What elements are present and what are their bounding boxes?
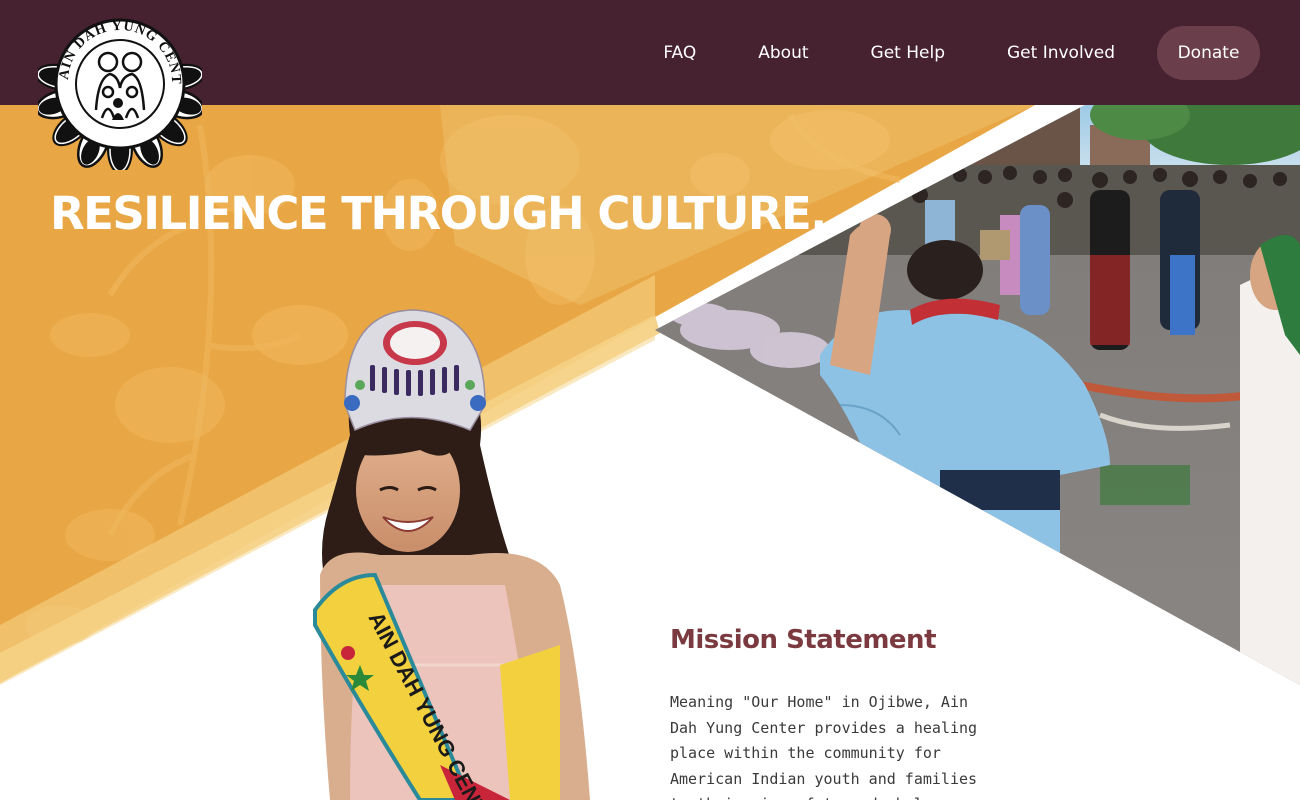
mission-text: Meaning "Our Home" in Ojibwe, Ain Dah Yu… — [670, 693, 978, 800]
main-nav: FAQ About Get Help Get Involved Donate — [663, 26, 1260, 80]
site-logo[interactable]: AIN DAH YUNG CENTER — [32, 0, 205, 174]
nav-get-involved[interactable]: Get Involved — [1007, 29, 1115, 77]
nav-about[interactable]: About — [758, 29, 808, 77]
mission-title: Mission Statement — [670, 625, 937, 655]
nav-get-help[interactable]: Get Help — [871, 29, 945, 77]
logo-icon: AIN DAH YUNG CENTER — [32, 0, 205, 174]
mission-section: Mission Statement Meaning "Our Home" in … — [670, 625, 1000, 800]
nav-faq[interactable]: FAQ — [663, 29, 696, 77]
hero-title: RESILIENCE THROUGH CULTURE. — [50, 187, 827, 240]
donate-button[interactable]: Donate — [1157, 26, 1260, 80]
